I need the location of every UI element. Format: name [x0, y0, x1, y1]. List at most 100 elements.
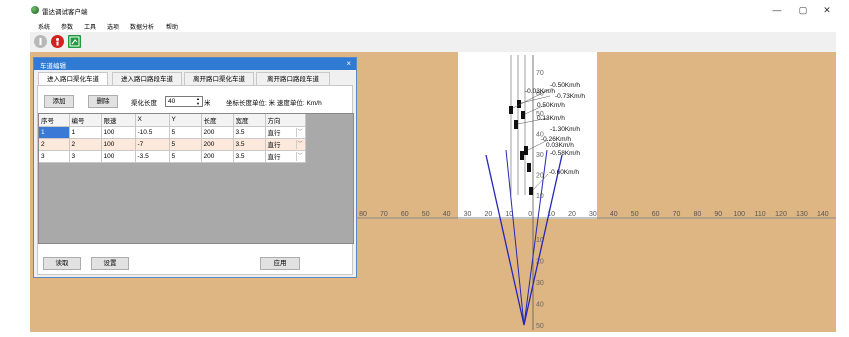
- length-label: 渠化长度: [131, 100, 157, 107]
- x-tick-label: 60: [401, 211, 409, 218]
- chevron-down-icon[interactable]: ﹀: [295, 127, 304, 137]
- chevron-down-icon[interactable]: ﹀: [295, 151, 304, 161]
- header-width: 宽度: [233, 114, 266, 127]
- dialog-close-button[interactable]: ×: [346, 59, 351, 68]
- cell[interactable]: 3.5: [233, 126, 266, 139]
- direction-select[interactable]: 直行 ﹀: [265, 138, 306, 151]
- tab-exit-channelized[interactable]: 离开路口渠化车道: [184, 72, 254, 86]
- table-row[interactable]: 1 1 100 -10.5 5 200 3.5 直行 ﹀: [39, 126, 306, 139]
- cell[interactable]: 200: [201, 138, 234, 151]
- lane-table[interactable]: 序号 编号 限速 X Y 长度 宽度 方向 1 1 100 -10.5 5 20…: [38, 113, 354, 244]
- settings-button[interactable]: 设置: [91, 257, 129, 270]
- x-tick-label: 90: [714, 211, 722, 218]
- cell[interactable]: 200: [201, 150, 234, 163]
- header-index: 序号: [39, 114, 70, 127]
- y-tick-label: 70: [536, 70, 544, 77]
- x-tick-label: 110: [755, 211, 766, 218]
- y-tick-label: 10: [536, 193, 544, 200]
- direction-select[interactable]: 直行 ﹀: [265, 126, 306, 139]
- x-tick-label: 20: [485, 211, 493, 218]
- cell[interactable]: 5: [169, 126, 202, 139]
- speed-label-10: -0.60Km/h: [549, 169, 579, 176]
- length-unit: 米: [204, 100, 211, 107]
- cell[interactable]: 2: [39, 138, 70, 151]
- tab-exit-segment[interactable]: 离开路口路段车道: [256, 72, 330, 86]
- header-id: 编号: [69, 114, 102, 127]
- x-tick-label: 120: [775, 211, 787, 218]
- x-tick-label: 80: [694, 211, 702, 218]
- direction-value: 直行: [267, 142, 281, 149]
- cell[interactable]: 5: [169, 150, 202, 163]
- header-speed-limit: 限速: [101, 114, 136, 127]
- speed-label-9: -0.58Km/h: [550, 150, 580, 157]
- x-tick-label: 20: [568, 211, 576, 218]
- cell[interactable]: 2: [69, 138, 102, 151]
- dialog-title: 车道编辑: [40, 63, 66, 70]
- target-3: [514, 120, 518, 129]
- cell[interactable]: -7: [135, 138, 170, 151]
- cell[interactable]: 1: [39, 126, 70, 139]
- cell[interactable]: 5: [169, 138, 202, 151]
- y-tick-label: 20: [536, 173, 544, 180]
- header-direction: 方向: [265, 114, 306, 127]
- cell[interactable]: 1: [69, 126, 102, 139]
- dialog-title-bar[interactable]: 车道编辑 ×: [34, 58, 356, 70]
- y-tick-label: 30: [536, 152, 544, 159]
- tab-entry-segment[interactable]: 进入路口路段车道: [112, 72, 182, 86]
- x-tick-label: 30: [589, 211, 597, 218]
- direction-value: 直行: [267, 154, 281, 161]
- table-row[interactable]: 2 2 100 -7 5 200 3.5 直行 ﹀: [39, 138, 306, 151]
- length-spinner[interactable]: ▲ ▼: [194, 96, 202, 107]
- x-tick-label: 70: [673, 211, 681, 218]
- x-tick-label: 40: [610, 211, 618, 218]
- x-tick-label: 130: [796, 211, 808, 218]
- y-tick-label: 30: [536, 280, 544, 287]
- x-tick-label: 30: [464, 211, 472, 218]
- target-5: [524, 146, 528, 155]
- target-4: [521, 111, 525, 119]
- cell[interactable]: 3.5: [233, 138, 266, 151]
- radar-beam-outer: [485, 154, 563, 326]
- table-row[interactable]: 3 3 100 -3.5 5 200 3.5 直行 ﹀: [39, 150, 306, 163]
- x-tick-label: 140: [817, 211, 829, 218]
- y-tick-label: 50: [536, 323, 544, 330]
- chevron-down-icon[interactable]: ﹀: [295, 139, 304, 149]
- y-tick-label: 40: [536, 302, 544, 309]
- x-tick-label: 70: [380, 211, 388, 218]
- tab-entry-channelized[interactable]: 进入路口渠化车道: [38, 72, 108, 86]
- delete-button[interactable]: 删除: [88, 95, 118, 108]
- header-length: 长度: [201, 114, 234, 127]
- units-info: 坐标长度单位: 米 速度单位: Km/h: [226, 100, 322, 107]
- cell[interactable]: 100: [101, 138, 136, 151]
- cell[interactable]: 100: [101, 126, 136, 139]
- speed-label-3: -0.73Km/h: [555, 93, 585, 100]
- x-tick-label: 60: [652, 211, 660, 218]
- target-7: [527, 163, 531, 172]
- x-tick-label: 50: [631, 211, 639, 218]
- read-button[interactable]: 读取: [43, 257, 81, 270]
- cell[interactable]: 3: [39, 150, 70, 163]
- cell[interactable]: -3.5: [135, 150, 170, 163]
- cell[interactable]: -10.5: [135, 126, 170, 139]
- cell[interactable]: 100: [101, 150, 136, 163]
- speed-label-2: -0.03Km/h: [525, 88, 555, 95]
- header-y: Y: [169, 114, 202, 127]
- table-header-row: 序号 编号 限速 X Y 长度 宽度 方向: [39, 114, 306, 127]
- target-1: [509, 106, 513, 114]
- add-button[interactable]: 添加: [44, 95, 74, 108]
- x-tick-label: 50: [422, 211, 430, 218]
- x-tick-label: 40: [443, 211, 451, 218]
- speed-label-6: -1.30Km/h: [550, 126, 580, 133]
- x-tick-label: 80: [359, 211, 367, 218]
- apply-button[interactable]: 应用: [260, 257, 300, 270]
- x-tick-label: 0: [528, 211, 532, 218]
- speed-label-5: 0.13Km/h: [537, 115, 565, 122]
- speed-label-8: 0.03Km/h: [546, 142, 574, 149]
- cell[interactable]: 200: [201, 126, 234, 139]
- lane-edit-dialog: 车道编辑 × 进入路口渠化车道 进入路口路段车道 离开路口渠化车道 离开路口路段…: [33, 57, 357, 278]
- x-tick-label: 100: [733, 211, 745, 218]
- cell[interactable]: 3: [69, 150, 102, 163]
- cell[interactable]: 3.5: [233, 150, 266, 163]
- x-axis-ticks: 80 70 60 50 40 30 20 10 0 10 20 30 40 50 60 70 80 90 100 11…: [359, 211, 829, 218]
- direction-select[interactable]: 直行 ﹀: [265, 150, 306, 163]
